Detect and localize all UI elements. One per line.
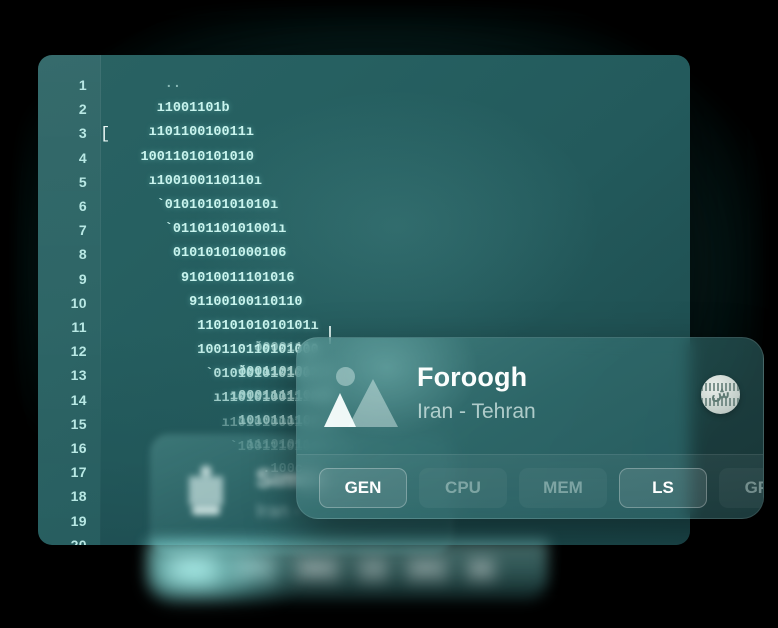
line-number: 16	[70, 440, 87, 457]
tag-gpu[interactable]: GPU	[719, 468, 763, 508]
tag-gen[interactable]: GEN	[319, 468, 407, 508]
binary-art-row: 91100100110110	[100, 294, 303, 310]
tag-mem[interactable]: MEM	[519, 468, 607, 508]
line-number: 11	[71, 319, 87, 336]
line-number: 17	[70, 464, 87, 481]
binary-art-row: 11010101010101ı	[100, 318, 319, 334]
line-number-list: 123456789101112131415161718192021	[38, 55, 100, 545]
app-window: 123456789101112131415161718192021 .. ı10…	[0, 0, 778, 628]
profile-name: Foroogh	[417, 362, 528, 392]
binary-art-row: ı10110010011ı	[100, 125, 254, 141]
flag-emblem: ش	[711, 386, 730, 402]
line-number: 8	[78, 246, 87, 263]
line-number: 20	[70, 536, 87, 545]
line-number: 15	[70, 415, 87, 432]
line-number: 13	[70, 367, 87, 384]
line-number: 5	[78, 173, 87, 190]
binary-art-row: 91010011101016	[100, 270, 295, 286]
line-number: 2	[78, 101, 87, 118]
binary-art-row: `0101010101010ı	[100, 197, 279, 213]
binary-art-row: ı1001101b	[100, 101, 230, 117]
tag-ls[interactable]: LS	[619, 468, 707, 508]
line-number: 10	[70, 294, 87, 311]
binary-art-row: 01010101000106	[100, 246, 287, 262]
binary-art-row: `0110110101001ı	[100, 222, 287, 238]
tag-cpu[interactable]: CPU	[419, 468, 507, 508]
mountain-small-icon	[324, 393, 356, 427]
profile-card-header: Foroogh Iran - Tehran ش	[297, 338, 763, 454]
background-tag-sb: SB	[464, 554, 498, 584]
background-card-avatar-icon	[189, 463, 223, 521]
iran-flag-badge-icon: ش	[701, 375, 740, 414]
background-tag-ls: LS	[356, 554, 390, 584]
profile-card[interactable]: Foroogh Iran - Tehran ش GENCPUMEMLSGPUSB	[296, 337, 764, 519]
line-number: 3	[78, 125, 87, 142]
line-number: 6	[78, 198, 87, 215]
line-number: 14	[70, 391, 87, 408]
line-number: 7	[78, 222, 87, 239]
bottom-left-glow	[150, 545, 300, 600]
binary-art-row: ..	[100, 77, 182, 92]
line-number: 1	[78, 77, 87, 93]
background-card-location: Iran -	[256, 501, 301, 522]
profile-location: Iran - Tehran	[417, 400, 536, 423]
line-number: 18	[70, 488, 87, 505]
line-number: 9	[78, 270, 87, 287]
line-number: 19	[70, 512, 87, 529]
line-number: 12	[70, 343, 87, 360]
image-placeholder-icon	[324, 365, 398, 427]
line-number-gutter: 123456789101112131415161718192021	[38, 55, 101, 545]
tag-filter-row[interactable]: GENCPUMEMLSGPUSB	[319, 468, 763, 508]
binary-art-row: 10011010101010	[100, 149, 254, 165]
binary-art-row: ı100100110110ı	[100, 173, 263, 189]
open-bracket-token: [	[100, 125, 111, 144]
line-number: 4	[78, 149, 87, 166]
background-tag-gpu: GPU	[404, 554, 450, 584]
